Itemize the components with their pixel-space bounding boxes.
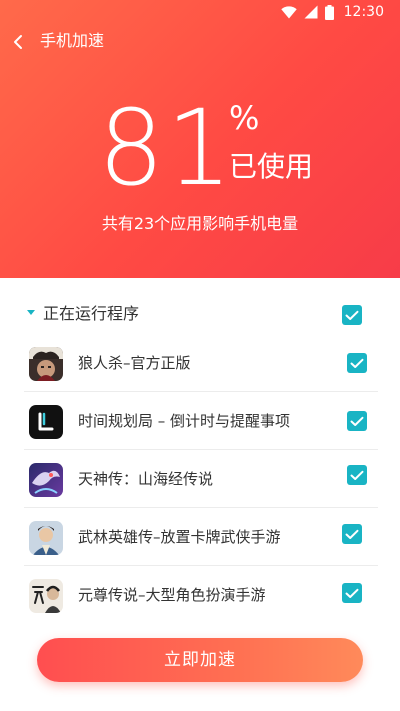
battery-icon	[324, 4, 334, 20]
usage-description: 共有23个应用影响手机电量	[101, 214, 299, 233]
back-button[interactable]	[6, 30, 30, 54]
running-apps-header[interactable]: 正在运行程序	[0, 296, 400, 332]
check-icon	[350, 416, 364, 426]
app-bar: 手机加速	[0, 24, 400, 58]
accelerate-now-button[interactable]: 立即加速	[37, 638, 363, 682]
yuanzun-game-icon	[29, 579, 63, 613]
page-title: 手机加速	[40, 31, 105, 50]
app-checkbox[interactable]	[347, 465, 367, 485]
app-name: 元尊传说–大型角色扮演手游	[78, 586, 266, 604]
app-checkbox[interactable]	[347, 353, 367, 373]
time-planner-icon	[29, 405, 63, 439]
select-all-checkbox[interactable]	[342, 305, 362, 325]
app-row[interactable]: 武林英雄传–放置卡牌武侠手游	[0, 508, 400, 566]
check-icon	[345, 529, 359, 539]
app-checkbox[interactable]	[347, 411, 367, 431]
accelerate-button-label: 立即加速	[164, 650, 236, 670]
phone-speedup-screen: 12:30 手机加速 81 % 已使用 共有23个应用影响手机电量 正在运行程序	[0, 0, 400, 711]
usage-percentage-value: 81	[98, 87, 235, 209]
app-name: 狼人杀–官方正版	[78, 354, 191, 372]
signal-icon	[304, 5, 318, 19]
app-checkbox[interactable]	[342, 524, 362, 544]
check-icon	[350, 470, 364, 480]
app-name: 天神传：山海经传说	[78, 470, 214, 488]
app-row[interactable]: 时间规划局 – 倒计时与提醒事项	[0, 392, 400, 450]
status-time: 12:30	[343, 4, 384, 20]
usage-percent-unit: %	[229, 99, 260, 137]
wulin-game-icon	[29, 521, 63, 555]
werewolf-game-icon	[29, 347, 63, 381]
status-icons: 12:30	[280, 4, 384, 20]
app-name: 武林英雄传–放置卡牌武侠手游	[78, 528, 281, 546]
wifi-icon	[280, 5, 297, 19]
app-row[interactable]: 天神传：山海经传说	[0, 450, 400, 508]
expand-arrow-icon	[27, 310, 35, 315]
chevron-left-icon	[14, 35, 22, 49]
check-icon	[345, 588, 359, 598]
section-title: 正在运行程序	[43, 304, 140, 323]
app-name: 时间规划局 – 倒计时与提醒事项	[78, 412, 291, 430]
tianshen-game-icon	[29, 463, 63, 497]
check-icon	[345, 310, 359, 320]
status-bar: 12:30	[0, 0, 400, 24]
usage-label: 已使用	[229, 150, 314, 183]
app-row[interactable]: 元尊传说–大型角色扮演手游	[0, 566, 400, 624]
app-checkbox[interactable]	[342, 583, 362, 603]
check-icon	[350, 358, 364, 368]
app-row[interactable]: 狼人杀–官方正版	[0, 334, 400, 392]
